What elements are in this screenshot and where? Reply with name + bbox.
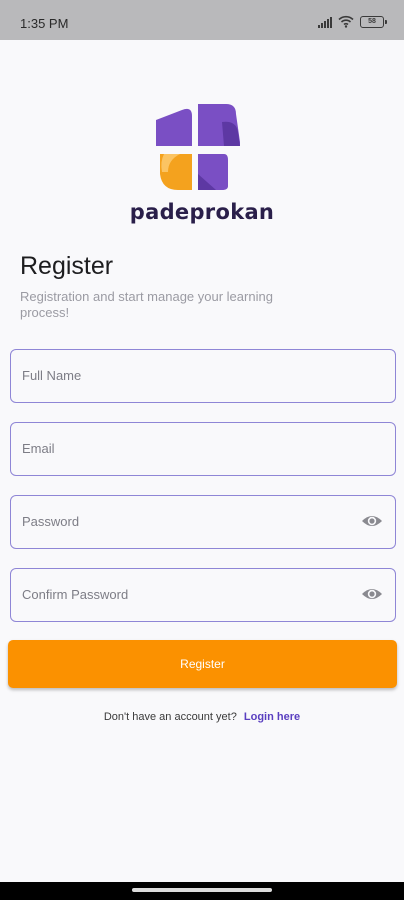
email-placeholder: Email <box>22 441 55 456</box>
password-field[interactable]: Password <box>10 495 396 549</box>
register-button[interactable]: Register <box>8 640 397 688</box>
page-subtitle: Registration and start manage your learn… <box>20 289 273 320</box>
brand-name: padeprokan <box>129 200 275 224</box>
login-prompt: Don't have an account yet? Login here <box>0 711 404 723</box>
padeprokan-logo-icon <box>156 104 240 190</box>
system-nav-bar <box>0 882 404 900</box>
signal-icon <box>318 16 332 28</box>
status-time: 1:35 PM <box>20 16 69 31</box>
login-here-link[interactable]: Login here <box>244 711 300 723</box>
confirm-password-visibility-eye-icon[interactable] <box>361 586 383 602</box>
full-name-field[interactable]: Full Name <box>10 349 396 403</box>
page-title: Register <box>20 252 114 280</box>
password-visibility-eye-icon[interactable] <box>361 513 383 529</box>
wifi-icon <box>338 15 354 28</box>
confirm-password-placeholder: Confirm Password <box>22 587 129 602</box>
home-indicator[interactable] <box>132 888 272 892</box>
password-placeholder: Password <box>22 514 80 529</box>
status-bar: 1:35 PM 58 <box>0 0 404 40</box>
full-name-placeholder: Full Name <box>22 368 82 383</box>
battery-icon: 58 <box>360 15 387 28</box>
confirm-password-field[interactable]: Confirm Password <box>10 568 396 622</box>
register-screen: 1:35 PM 58 padeprokan Register Registrat… <box>0 0 404 900</box>
status-icons: 58 <box>318 15 387 28</box>
battery-level: 58 <box>368 18 376 25</box>
login-prompt-text: Don't have an account yet? <box>103 711 237 723</box>
email-field[interactable]: Email <box>10 422 396 476</box>
